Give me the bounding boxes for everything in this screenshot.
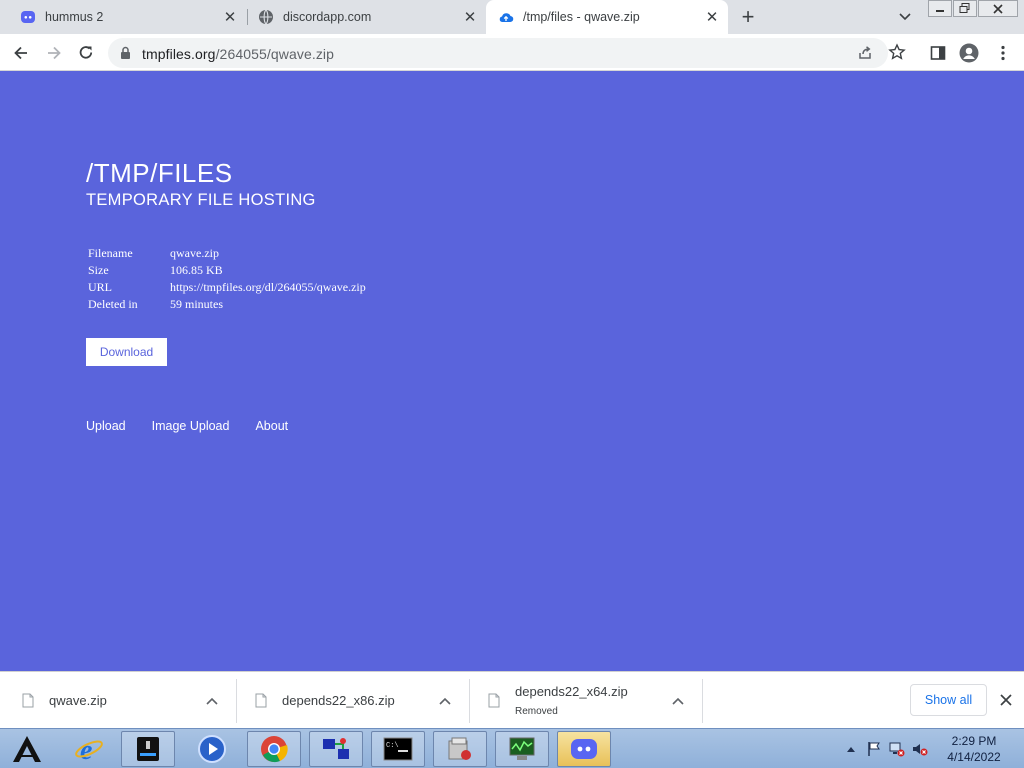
taskbar: e C:\ 2:29 PM 4/14/2022 xyxy=(0,728,1024,768)
tab-title: /tmp/files - qwave.zip xyxy=(523,10,640,24)
back-button[interactable] xyxy=(8,40,34,66)
site-subtitle: TEMPORARY FILE HOSTING xyxy=(86,191,316,209)
tab-tmpfiles[interactable]: /tmp/files - qwave.zip ✕ xyxy=(486,0,728,34)
reload-button[interactable] xyxy=(73,40,99,66)
chevron-up-icon[interactable] xyxy=(671,694,685,708)
internet-explorer-icon[interactable]: e xyxy=(62,731,116,767)
url-path: /264055/qwave.zip xyxy=(215,46,335,62)
globe-icon xyxy=(258,9,274,25)
url-host: tmpfiles.org xyxy=(142,46,216,62)
network-app-icon[interactable] xyxy=(309,731,363,767)
restore-button[interactable] xyxy=(953,0,977,17)
close-icon[interactable] xyxy=(996,690,1016,710)
file-info-row-size: Size 106.85 KB xyxy=(88,262,366,279)
start-logo-icon[interactable] xyxy=(4,731,50,767)
info-key: URL xyxy=(88,280,112,294)
download-item[interactable]: depends22_x64.zip Removed xyxy=(466,672,702,729)
info-key: Deleted in xyxy=(88,297,138,311)
clock-date: 4/14/2022 xyxy=(947,750,1001,764)
address-bar[interactable]: tmpfiles.org/264055/qwave.zip xyxy=(108,38,906,68)
tab-search-chevron-icon[interactable] xyxy=(894,7,916,27)
page-content: /TMP/FILES TEMPORARY FILE HOSTING Filena… xyxy=(0,71,1024,671)
download-item[interactable]: depends22_x86.zip xyxy=(233,672,469,729)
media-player-icon[interactable] xyxy=(185,731,239,767)
clock-time: 2:29 PM xyxy=(951,734,997,748)
file-info-row-deleted-in: Deleted in 59 minutes xyxy=(88,296,366,313)
tab-title: discordapp.com xyxy=(283,10,372,24)
download-item[interactable]: qwave.zip xyxy=(0,672,236,729)
file-info-table: Filename qwave.zip Size 106.85 KB URL ht… xyxy=(88,245,366,313)
command-prompt-icon[interactable]: C:\ xyxy=(371,731,425,767)
download-status: Removed xyxy=(515,706,558,717)
about-link[interactable]: About xyxy=(255,419,288,433)
bookmark-star-icon[interactable] xyxy=(887,42,907,62)
volume-muted-icon[interactable] xyxy=(912,741,928,757)
upload-link[interactable]: Upload xyxy=(86,419,126,433)
site-title: /TMP/FILES xyxy=(86,158,233,188)
chrome-icon[interactable] xyxy=(247,731,301,767)
close-icon[interactable]: ✕ xyxy=(702,7,722,27)
file-icon xyxy=(22,693,34,713)
tab-title: hummus 2 xyxy=(45,10,104,24)
window-close-button[interactable] xyxy=(978,0,1018,17)
action-center-flag-icon[interactable] xyxy=(866,741,882,757)
downloads-bar: qwave.zip depends22_x86.zip depends22_x6… xyxy=(0,671,1024,728)
info-value: 59 minutes xyxy=(170,297,223,311)
file-info-row-url: URL https://tmpfiles.org/dl/264055/qwave… xyxy=(88,279,366,296)
new-tab-button[interactable]: + xyxy=(736,4,760,29)
discord-taskbar-icon[interactable] xyxy=(557,731,611,767)
file-icon xyxy=(488,693,500,713)
close-icon[interactable]: ✕ xyxy=(220,7,240,27)
share-icon[interactable] xyxy=(855,43,875,63)
lock-icon[interactable] xyxy=(120,46,131,65)
minimize-button[interactable] xyxy=(928,0,952,17)
tab-discordapp[interactable]: discordapp.com ✕ xyxy=(238,0,486,34)
cloud-upload-icon xyxy=(498,9,514,25)
side-panel-icon[interactable] xyxy=(925,40,951,66)
url-text: tmpfiles.org/264055/qwave.zip xyxy=(142,46,334,62)
system-monitor-icon[interactable] xyxy=(495,731,549,767)
info-value: qwave.zip xyxy=(170,246,219,260)
download-divider xyxy=(702,679,703,723)
chevron-up-icon[interactable] xyxy=(205,694,219,708)
info-value: 106.85 KB xyxy=(170,263,223,277)
tab-strip: hummus 2 ✕ discordapp.com ✕ /tmp/files -… xyxy=(0,0,1024,34)
info-value-url: https://tmpfiles.org/dl/264055/qwave.zip xyxy=(170,280,366,294)
installer-app-icon[interactable] xyxy=(433,731,487,767)
browser-toolbar: tmpfiles.org/264055/qwave.zip xyxy=(0,34,1024,71)
network-disconnected-icon[interactable] xyxy=(889,741,905,757)
download-button[interactable]: Download xyxy=(86,338,167,366)
download-filename: depends22_x64.zip xyxy=(515,684,628,699)
tab-hummus[interactable]: hummus 2 ✕ xyxy=(0,0,246,34)
menu-dots-icon[interactable] xyxy=(990,40,1016,66)
discord-icon xyxy=(20,9,36,25)
chevron-up-icon[interactable] xyxy=(438,694,452,708)
file-info-row-filename: Filename qwave.zip xyxy=(88,245,366,262)
svg-text:C:\: C:\ xyxy=(386,742,399,750)
system-clock[interactable]: 2:29 PM 4/14/2022 xyxy=(936,733,1012,765)
svg-text:e: e xyxy=(80,735,92,764)
profile-avatar-icon[interactable] xyxy=(956,40,982,66)
show-hidden-icons-icon[interactable] xyxy=(843,741,859,757)
image-upload-link[interactable]: Image Upload xyxy=(152,419,230,433)
show-all-button[interactable]: Show all xyxy=(910,684,987,716)
file-icon xyxy=(255,693,267,713)
close-icon[interactable]: ✕ xyxy=(460,7,480,27)
info-key: Size xyxy=(88,263,109,277)
download-filename: depends22_x86.zip xyxy=(282,693,395,708)
forward-button[interactable] xyxy=(41,40,67,66)
download-filename: qwave.zip xyxy=(49,693,107,708)
footer-nav: Upload Image Upload About xyxy=(86,419,314,433)
terminal-app-icon[interactable] xyxy=(121,731,175,767)
info-key: Filename xyxy=(88,246,133,260)
